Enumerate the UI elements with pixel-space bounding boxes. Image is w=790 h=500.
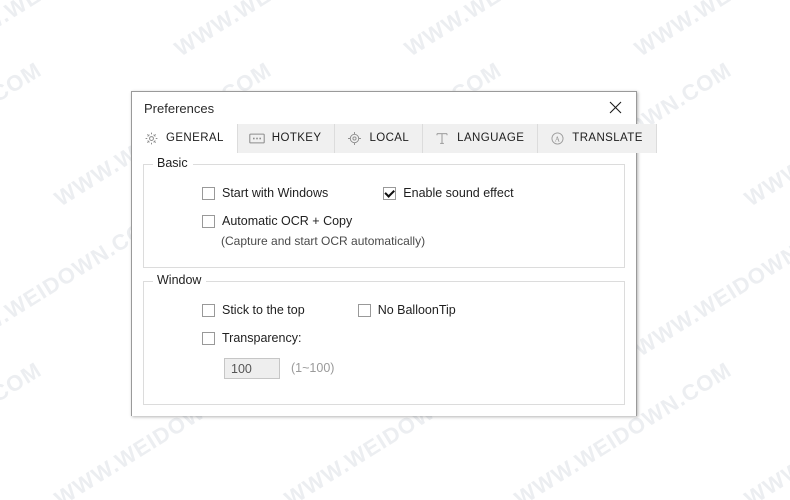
tab-language[interactable]: LANGUAGE	[423, 124, 539, 153]
window-row-2: Transparency:	[202, 332, 624, 345]
dialog-title: Preferences	[144, 100, 215, 116]
checkbox-box	[202, 332, 215, 345]
group-window: Window Stick to the top No BalloonTip Tr…	[143, 274, 625, 405]
tab-local[interactable]: LOCAL	[335, 124, 424, 153]
text-t-icon	[434, 131, 450, 147]
tab-general-label: GENERAL	[166, 131, 224, 144]
watermark-text: WWW.WEIDOWN.COM	[400, 0, 627, 62]
tab-hotkey-label: HOTKEY	[271, 131, 322, 144]
dialog-titlebar: Preferences	[132, 92, 636, 124]
close-icon	[609, 101, 622, 114]
group-basic-body: Start with Windows Enable sound effect A…	[144, 165, 624, 247]
watermark-text: WWW.WEIDOWN.COM	[0, 57, 46, 212]
gear-icon	[143, 131, 159, 147]
checkbox-transparency[interactable]: Transparency:	[202, 332, 301, 345]
tab-hotkey[interactable]: HOTKEY	[237, 124, 336, 153]
keyboard-icon	[249, 131, 265, 147]
transparency-value-row: (1~100)	[224, 358, 624, 379]
checkbox-label: No BalloonTip	[377, 303, 456, 318]
close-button[interactable]	[594, 92, 636, 122]
checkbox-stick-to-the-top[interactable]: Stick to the top	[202, 304, 305, 317]
watermark-text: WWW.WEIDOWN.COM	[170, 0, 397, 62]
preferences-dialog: Preferences GENERAL HOTKEY LOCAL LANGUAG…	[131, 91, 657, 416]
checkbox-box	[202, 304, 215, 317]
watermark-text: WWW.WEIDOWN.COM	[740, 357, 790, 500]
group-window-title: Window	[153, 274, 207, 287]
window-row-1: Stick to the top No BalloonTip	[202, 304, 624, 317]
watermark-text: WWW.WEIDOWN.COM	[740, 57, 790, 212]
checkbox-automatic-ocr-copy[interactable]: Automatic OCR + Copy	[202, 215, 352, 228]
basic-row-1: Start with Windows Enable sound effect	[202, 187, 624, 200]
target-icon	[346, 131, 362, 147]
group-basic-title: Basic	[153, 157, 193, 170]
checkbox-start-with-windows[interactable]: Start with Windows	[202, 187, 328, 200]
checkbox-label: Transparency:	[222, 331, 302, 346]
transparency-input[interactable]	[224, 358, 280, 379]
tab-local-label: LOCAL	[369, 131, 410, 144]
transparency-range-label: (1~100)	[291, 361, 335, 376]
checkbox-label: Stick to the top	[222, 303, 305, 318]
checkbox-no-balloontip[interactable]: No BalloonTip	[357, 303, 456, 318]
checkbox-box	[357, 304, 371, 317]
tab-general[interactable]: GENERAL	[132, 124, 238, 153]
tab-translate-label: TRANSLATE	[572, 131, 643, 144]
checkbox-box	[202, 187, 215, 200]
svg-text:A: A	[555, 136, 561, 144]
tab-translate[interactable]: A TRANSLATE	[538, 124, 657, 153]
checkbox-box	[202, 215, 215, 228]
watermark-text: WWW.WEIDOWN.COM	[630, 0, 790, 62]
watermark-text: WWW.WEIDOWN.COM	[630, 207, 790, 362]
general-settings-panel: Basic Start with Windows Enable sound ef…	[132, 154, 636, 416]
automatic-ocr-hint: (Capture and start OCR automatically)	[221, 234, 426, 248]
watermark-text: WWW.WEIDOWN.COM	[0, 357, 46, 500]
checkbox-box	[383, 187, 397, 200]
circled-a-icon: A	[549, 131, 565, 147]
basic-row-2: Automatic OCR + Copy	[202, 215, 624, 228]
checkbox-enable-sound-effect[interactable]: Enable sound effect	[383, 186, 514, 201]
checkbox-label: Start with Windows	[222, 186, 329, 201]
tab-strip: GENERAL HOTKEY LOCAL LANGUAGE A TRANSLAT…	[132, 124, 657, 154]
watermark-text: WWW.WEIDOWN.COM	[0, 0, 167, 62]
group-basic: Basic Start with Windows Enable sound ef…	[143, 157, 625, 268]
group-window-body: Stick to the top No BalloonTip Transpare…	[144, 282, 624, 379]
tab-language-label: LANGUAGE	[457, 131, 525, 144]
checkbox-label: Enable sound effect	[403, 186, 514, 201]
checkbox-label: Automatic OCR + Copy	[222, 214, 353, 229]
